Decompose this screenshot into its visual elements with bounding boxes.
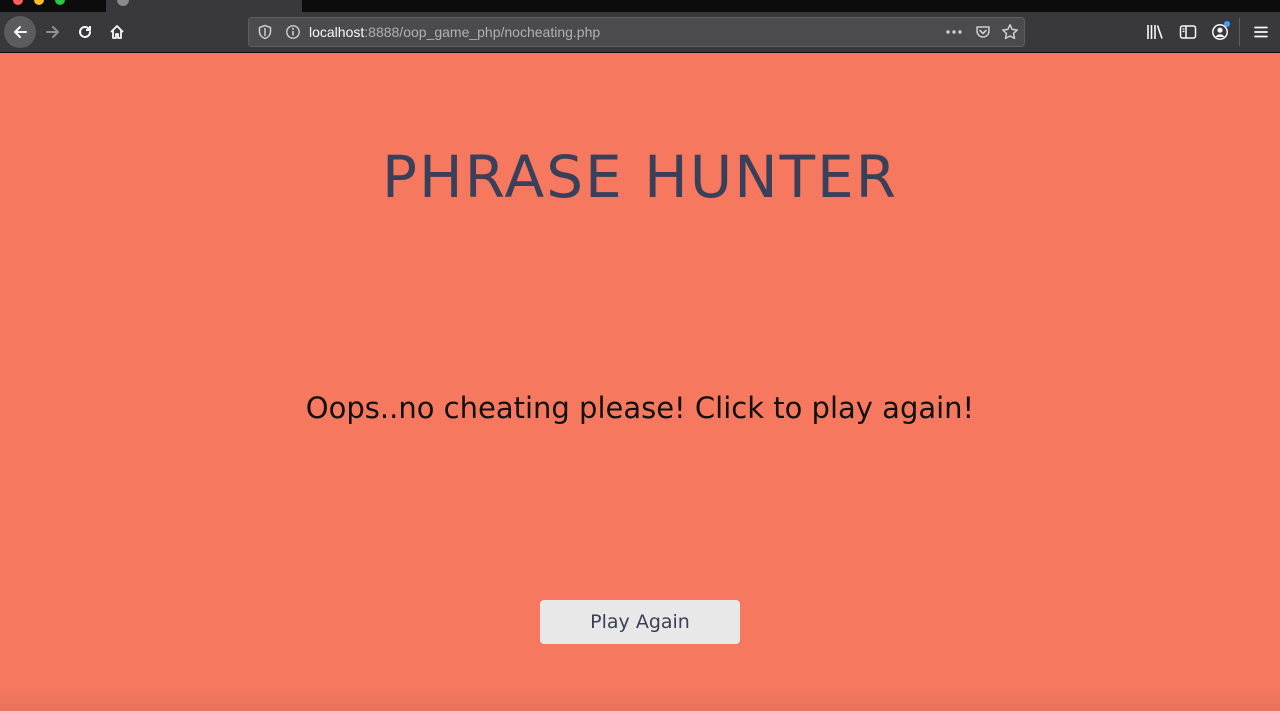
address-bar[interactable]: localhost:8888/oop_game_php/nocheating.p… — [248, 17, 1025, 47]
back-button[interactable] — [4, 16, 36, 48]
tab-strip — [0, 0, 1280, 12]
notification-dot — [1224, 21, 1230, 27]
navigation-toolbar: localhost:8888/oop_game_php/nocheating.p… — [0, 12, 1280, 53]
window-minimize-button[interactable] — [34, 0, 44, 5]
play-again-button[interactable]: Play Again — [540, 600, 740, 644]
pocket-icon[interactable] — [975, 24, 991, 45]
active-tab[interactable] — [106, 0, 302, 12]
shield-icon[interactable] — [257, 24, 273, 45]
globe-icon — [117, 0, 129, 6]
url-host: localhost — [309, 24, 365, 40]
back-arrow-icon — [14, 26, 27, 38]
library-icon[interactable] — [1145, 22, 1165, 47]
url-text[interactable]: localhost:8888/oop_game_php/nocheating.p… — [309, 18, 600, 46]
reload-button[interactable] — [69, 16, 101, 48]
star-icon[interactable] — [1001, 23, 1019, 46]
home-icon — [110, 25, 124, 39]
no-cheating-message: Oops..no cheating please! Click to play … — [305, 391, 975, 425]
home-button[interactable] — [101, 16, 133, 48]
forward-arrow-icon — [46, 26, 59, 38]
more-horizontal-icon[interactable] — [944, 23, 964, 46]
url-path: :8888/oop_game_php/nocheating.php — [364, 24, 601, 40]
hamburger-menu-icon[interactable] — [1251, 22, 1271, 47]
forward-button[interactable] — [37, 16, 69, 48]
toolbar-separator — [1239, 18, 1240, 46]
sidebar-icon[interactable] — [1178, 22, 1198, 47]
info-icon[interactable] — [285, 24, 301, 45]
window-close-button[interactable] — [13, 0, 23, 5]
page-title: PHRASE HUNTER — [382, 143, 898, 211]
bottom-shadow — [0, 687, 1280, 711]
reload-icon — [79, 25, 91, 38]
window-zoom-button[interactable] — [55, 0, 65, 5]
page-viewport: PHRASE HUNTER Oops..no cheating please! … — [0, 54, 1280, 711]
